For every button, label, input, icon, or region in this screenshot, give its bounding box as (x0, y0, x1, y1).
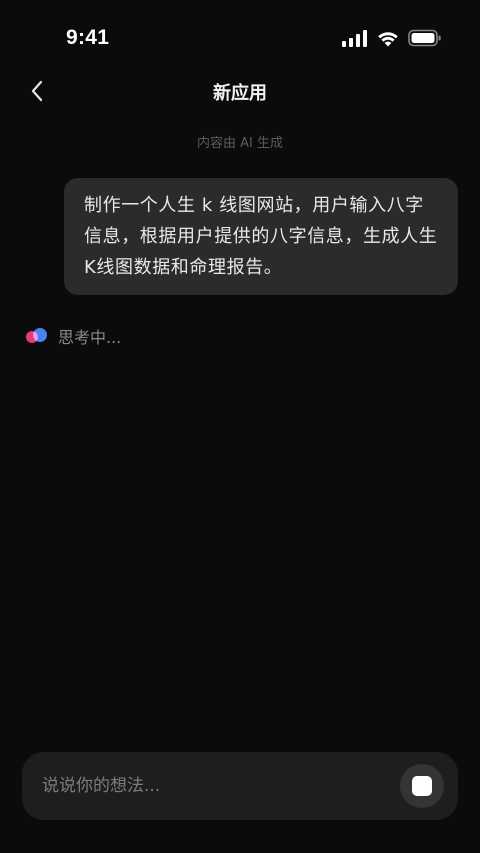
stop-button[interactable] (400, 764, 444, 808)
battery-icon (408, 29, 442, 47)
signal-icon (342, 29, 368, 47)
user-message-bubble: 制作一个人生 k 线图网站，用户输入八字信息，根据用户提供的八字信息，生成人生K… (64, 178, 458, 295)
header: 新应用 (0, 70, 480, 114)
ai-generated-note: 内容由 AI 生成 (197, 136, 283, 151)
thinking-text: 思考中... (58, 328, 122, 347)
stop-icon (412, 776, 432, 796)
wifi-icon (376, 29, 400, 47)
status-bar: 9:41 (0, 0, 480, 70)
assistant-logo-icon (26, 327, 48, 345)
status-time: 9:41 (66, 26, 110, 49)
thinking-indicator: 思考中... (26, 324, 121, 348)
page-title: 新应用 (213, 83, 267, 104)
chat-screen: 9:41 新应用 内容由 AI 生成 制作一个人生 k 线图网站，用户输入八字信… (0, 0, 480, 853)
input-bar (22, 752, 458, 820)
message-input[interactable] (42, 752, 382, 820)
status-icons (342, 29, 442, 47)
